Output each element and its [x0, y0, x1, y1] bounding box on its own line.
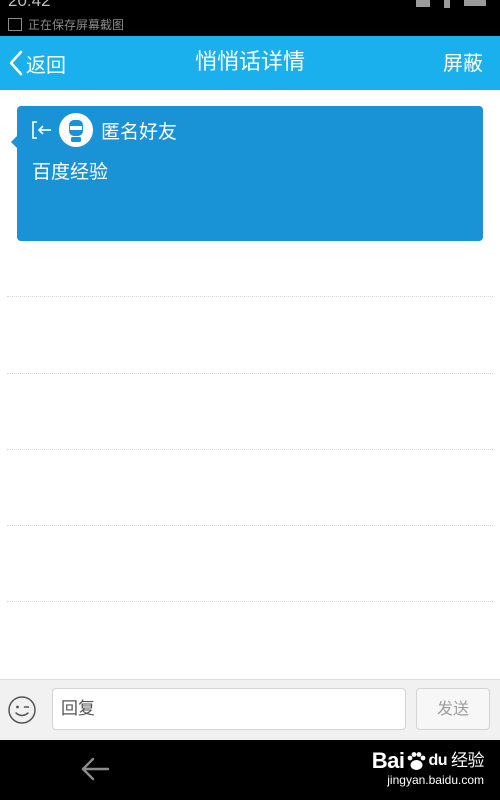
watermark-jingyan: 经验	[451, 751, 485, 771]
status-bar: 20:42 正在保存屏幕截图	[0, 0, 500, 36]
message-text: 百度经验	[32, 161, 109, 183]
list-divider	[7, 296, 493, 297]
wifi-icon	[444, 0, 450, 8]
message-card[interactable]: 匿名好友 百度经验	[11, 106, 483, 241]
reply-input[interactable]	[52, 688, 406, 730]
battery-icon	[464, 0, 486, 6]
list-divider	[7, 449, 493, 450]
block-button[interactable]: 屏蔽	[443, 36, 483, 90]
signal-icon	[416, 0, 430, 7]
status-icons	[416, 0, 486, 10]
anonymous-person-icon	[69, 120, 83, 142]
watermark-logo: Bai du 经验	[371, 748, 485, 773]
emoji-button[interactable]	[7, 695, 37, 729]
back-label: 返回	[26, 52, 66, 77]
baidu-jingyan-watermark: Bai du 经验 jingyan.baidu.com	[371, 748, 485, 791]
exit-icon	[32, 121, 51, 139]
back-button[interactable]: 返回	[8, 36, 66, 90]
navigation-bar: Bai du 经验 jingyan.baidu.com	[0, 740, 500, 800]
title-bar: 返回 悄悄话详情 屏蔽	[0, 36, 500, 90]
anonymous-avatar	[59, 113, 93, 147]
status-time: 20:42	[8, 0, 51, 10]
list-divider	[7, 373, 493, 374]
screenshot-notification: 正在保存屏幕截图	[8, 16, 124, 32]
list-divider	[7, 601, 493, 602]
smiley-icon	[8, 696, 36, 724]
sender-name: 匿名好友	[101, 121, 178, 143]
list-divider	[7, 525, 493, 526]
watermark-du: du	[428, 752, 447, 769]
image-icon	[8, 17, 22, 31]
arrow-left-icon	[81, 757, 110, 781]
page-title: 悄悄话详情	[194, 50, 305, 75]
notification-text: 正在保存屏幕截图	[28, 17, 125, 32]
watermark-bai: Bai	[371, 748, 405, 773]
chevron-left-icon	[9, 50, 23, 76]
card-notch	[11, 136, 17, 148]
send-button[interactable]: 发送	[416, 688, 490, 730]
reply-bar: 发送	[0, 679, 500, 741]
nav-back-button[interactable]	[80, 756, 110, 786]
watermark-domain: jingyan.baidu.com	[387, 773, 484, 787]
paw-icon	[408, 752, 426, 770]
